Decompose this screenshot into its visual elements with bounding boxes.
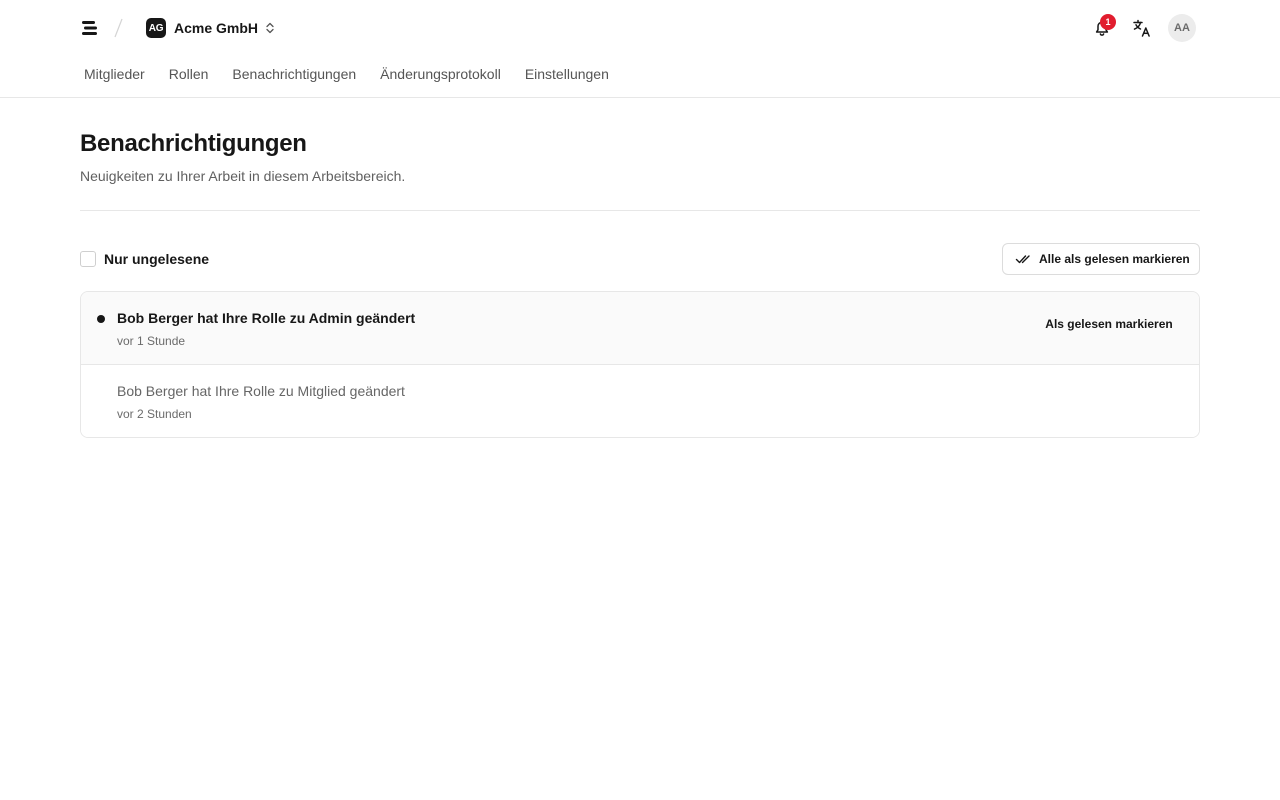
notification-message: Bob Berger hat Ihre Rolle zu Mitglied ge… (117, 383, 405, 399)
tab-einstellungen[interactable]: Einstellungen (513, 56, 621, 92)
breadcrumb-separator-icon (114, 18, 123, 38)
chevron-up-down-icon (266, 22, 274, 34)
org-name: Acme GmbH (174, 20, 259, 36)
user-avatar[interactable]: AA (1168, 14, 1196, 42)
main-nav: Mitglieder Rollen Benachrichtigungen Änd… (72, 56, 621, 97)
notification-time: vor 2 Stunden (117, 407, 192, 421)
tab-aenderungsprotokoll[interactable]: Änderungsprotokoll (368, 56, 513, 92)
notification-item-unread[interactable]: Bob Berger hat Ihre Rolle zu Admin geänd… (81, 292, 1199, 365)
tab-benachrichtigungen[interactable]: Benachrichtigungen (220, 56, 368, 92)
top-bar: AG Acme GmbH 1 AA (0, 0, 1280, 56)
mark-all-read-label: Alle als gelesen markieren (1039, 252, 1190, 266)
notification-list: Bob Berger hat Ihre Rolle zu Admin geänd… (80, 291, 1200, 438)
unread-only-checkbox[interactable] (80, 251, 96, 267)
translate-icon[interactable] (1132, 18, 1152, 38)
org-switcher[interactable]: AG Acme GmbH (146, 16, 275, 40)
app-logo-icon[interactable] (80, 18, 100, 38)
page-subtitle: Neuigkeiten zu Ihrer Arbeit in diesem Ar… (80, 168, 406, 184)
double-check-icon (1015, 255, 1030, 264)
section-divider (80, 210, 1200, 211)
tab-rollen[interactable]: Rollen (157, 56, 221, 92)
notification-item-read[interactable]: Bob Berger hat Ihre Rolle zu Mitglied ge… (81, 365, 1199, 437)
org-avatar: AG (146, 18, 166, 38)
mark-all-read-button[interactable]: Alle als gelesen markieren (1002, 243, 1200, 275)
unread-only-filter[interactable]: Nur ungelesene (80, 250, 209, 268)
nav-divider (0, 97, 1280, 98)
notification-time: vor 1 Stunde (117, 334, 186, 348)
tab-mitglieder[interactable]: Mitglieder (72, 56, 157, 92)
mark-as-read-button[interactable]: Als gelesen markieren (1033, 314, 1185, 334)
notification-count-badge: 1 (1100, 14, 1116, 30)
notification-message: Bob Berger hat Ihre Rolle zu Admin geänd… (117, 310, 416, 326)
page-title: Benachrichtigungen (80, 130, 307, 157)
unread-only-label: Nur ungelesene (104, 251, 210, 267)
unread-dot (97, 315, 105, 323)
